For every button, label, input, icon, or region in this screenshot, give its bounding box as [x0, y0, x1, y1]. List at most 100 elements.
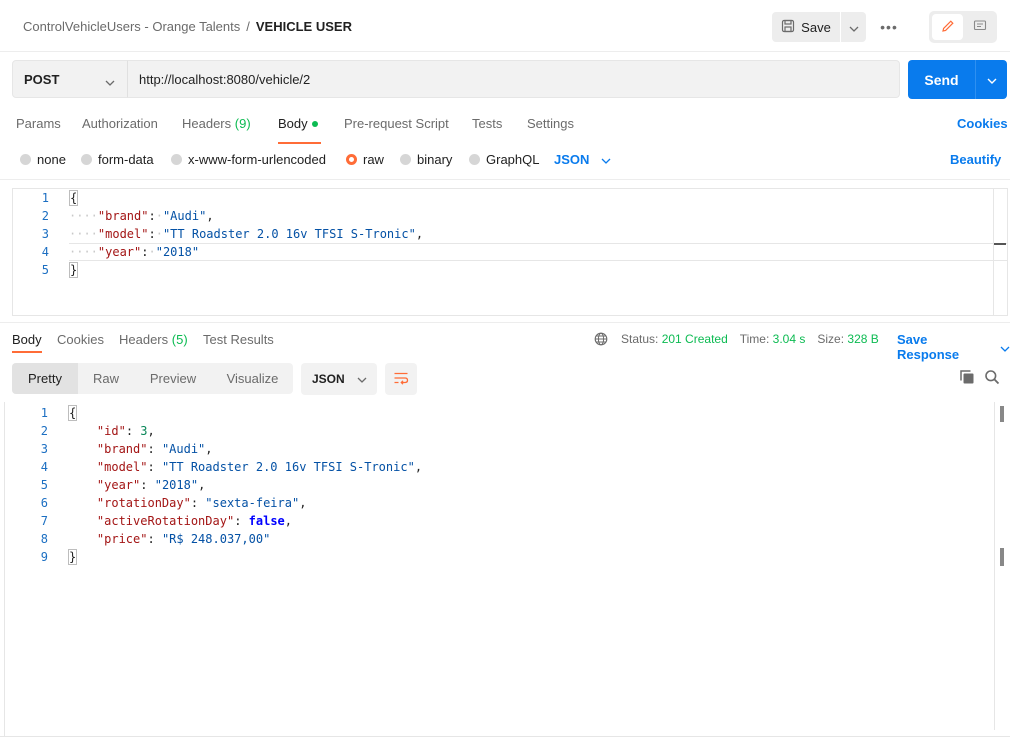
code-line: "year": "2018",	[96, 478, 206, 492]
code-line: ····"brand":·"Audi",	[69, 209, 214, 223]
cookies-link[interactable]: Cookies	[957, 116, 1008, 131]
globe-icon[interactable]	[594, 332, 608, 349]
chevron-down-icon	[1000, 340, 1010, 355]
breadcrumb-separator: /	[246, 19, 250, 34]
save-response-button[interactable]: Save Response	[897, 332, 1010, 362]
radio-urlencoded[interactable]: x-www-form-urlencoded	[171, 152, 326, 167]
response-scrollbar[interactable]	[994, 402, 1008, 730]
tab-params[interactable]: Params	[16, 116, 61, 131]
editor-scrollbar[interactable]	[993, 189, 1007, 315]
chevron-down-icon	[357, 372, 367, 386]
body-indicator-dot	[311, 121, 318, 127]
code-line: "id": 3,	[96, 424, 155, 438]
wrap-lines-icon	[393, 371, 409, 388]
response-format-value: JSON	[312, 372, 345, 386]
more-actions-button[interactable]: •••	[876, 12, 902, 42]
json-punct: ,	[147, 424, 155, 438]
line-number: 1	[41, 191, 49, 205]
tab-pre-request-script[interactable]: Pre-request Script	[344, 116, 449, 131]
send-options-dropdown[interactable]	[976, 60, 1007, 99]
open-brace: {	[68, 405, 78, 421]
radio-label: raw	[363, 152, 384, 167]
view-tab-visualize[interactable]: Visualize	[212, 363, 293, 394]
tab-body[interactable]: Body	[278, 116, 318, 131]
radio-label: GraphQL	[486, 152, 540, 167]
time-label: Time:	[739, 332, 770, 346]
pencil-icon	[941, 19, 955, 36]
radio-circle	[20, 154, 31, 165]
edit-mode-button[interactable]	[932, 14, 963, 40]
body-language-select[interactable]: JSON	[554, 152, 611, 167]
response-tab-headers[interactable]: Headers (5)	[119, 332, 188, 347]
response-format-select[interactable]: JSON	[301, 363, 377, 395]
chevron-down-icon	[849, 20, 859, 35]
json-punct: ,	[415, 227, 424, 241]
view-tab-pretty[interactable]: Pretty	[12, 363, 78, 394]
size-meta[interactable]: Size: 328 B	[817, 332, 878, 346]
url-input[interactable]	[127, 60, 900, 98]
active-tab-indicator	[278, 142, 321, 144]
json-key: "activeRotationDay"	[96, 514, 235, 528]
response-tab-body[interactable]: Body	[12, 332, 42, 347]
json-value: "sexta-feira"	[205, 496, 300, 510]
radio-raw[interactable]: raw	[346, 152, 384, 167]
save-options-dropdown[interactable]	[841, 12, 866, 42]
code-line: "rotationDay": "sexta-feira",	[96, 496, 307, 510]
json-punct: ,	[205, 442, 213, 456]
beautify-button[interactable]: Beautify	[950, 152, 1001, 167]
scrollbar-marker	[1000, 406, 1004, 422]
save-button[interactable]: Save	[772, 12, 840, 42]
wrap-lines-button[interactable]	[385, 363, 417, 395]
tab-headers[interactable]: Headers (9)	[182, 116, 251, 131]
copy-icon[interactable]	[959, 369, 975, 388]
headers-count: (9)	[234, 116, 251, 131]
radio-binary[interactable]: binary	[400, 152, 452, 167]
json-key: "brand"	[96, 442, 148, 456]
tab-headers-label: Headers	[182, 116, 232, 131]
radio-graphql[interactable]: GraphQL	[469, 152, 539, 167]
tab-tests[interactable]: Tests	[472, 116, 502, 131]
response-headers-count: (5)	[171, 332, 188, 347]
json-key: "year"	[97, 245, 142, 259]
request-body-editor[interactable]: 1 2 3 4 5 { ····"brand":·"Audi", ····"mo…	[12, 188, 1008, 316]
tab-body-label: Body	[278, 116, 308, 131]
view-tab-preview[interactable]: Preview	[134, 363, 212, 394]
radio-form-data[interactable]: form-data	[81, 152, 154, 167]
tab-settings[interactable]: Settings	[527, 116, 574, 131]
http-method-value: POST	[24, 71, 60, 87]
response-tab-headers-label: Headers	[119, 332, 169, 347]
code-line: "price": "R$ 248.037,00"	[96, 532, 271, 546]
response-tab-test-results[interactable]: Test Results	[203, 332, 274, 347]
time-meta[interactable]: Time: 3.04 s	[740, 332, 806, 346]
search-icon[interactable]	[984, 369, 1000, 388]
code-line: }	[69, 261, 79, 279]
code-line: ····"model":·"TT Roadster 2.0 16v TFSI S…	[69, 227, 424, 241]
http-method-select[interactable]: POST	[12, 60, 128, 98]
mode-toggle	[929, 11, 997, 43]
json-value: "R$ 248.037,00"	[161, 532, 271, 546]
radio-none[interactable]: none	[20, 152, 66, 167]
tab-authorization[interactable]: Authorization	[82, 116, 158, 131]
status-meta[interactable]: Status: 201 Created	[621, 332, 728, 346]
pane-divider[interactable]	[0, 322, 1010, 323]
more-icon: •••	[880, 19, 898, 35]
radio-label: form-data	[98, 152, 154, 167]
line-number: 2	[41, 209, 49, 223]
line-number: 3	[41, 227, 49, 241]
json-value: "2018"	[154, 478, 199, 492]
code-line: {	[68, 404, 78, 422]
code-line: "model": "TT Roadster 2.0 16v TFSI S-Tro…	[96, 460, 423, 474]
scrollbar-marker	[994, 243, 1006, 245]
response-tab-cookies[interactable]: Cookies	[57, 332, 104, 347]
breadcrumb-collection[interactable]: ControlVehicleUsers - Orange Talents	[23, 19, 240, 34]
radio-label: binary	[417, 152, 453, 167]
view-tab-raw[interactable]: Raw	[78, 363, 134, 394]
send-button[interactable]: Send	[908, 60, 975, 99]
line-number: 3	[40, 442, 48, 456]
json-key: "brand"	[97, 209, 149, 223]
line-number: 2	[40, 424, 48, 438]
comments-button[interactable]	[966, 14, 994, 40]
response-body-viewer[interactable]: 1 2 3 4 5 6 7 8 9 { "id": 3, "brand": "A…	[4, 402, 1008, 736]
close-brace: }	[69, 262, 79, 278]
breadcrumb-request-name[interactable]: VEHICLE USER	[256, 19, 352, 34]
